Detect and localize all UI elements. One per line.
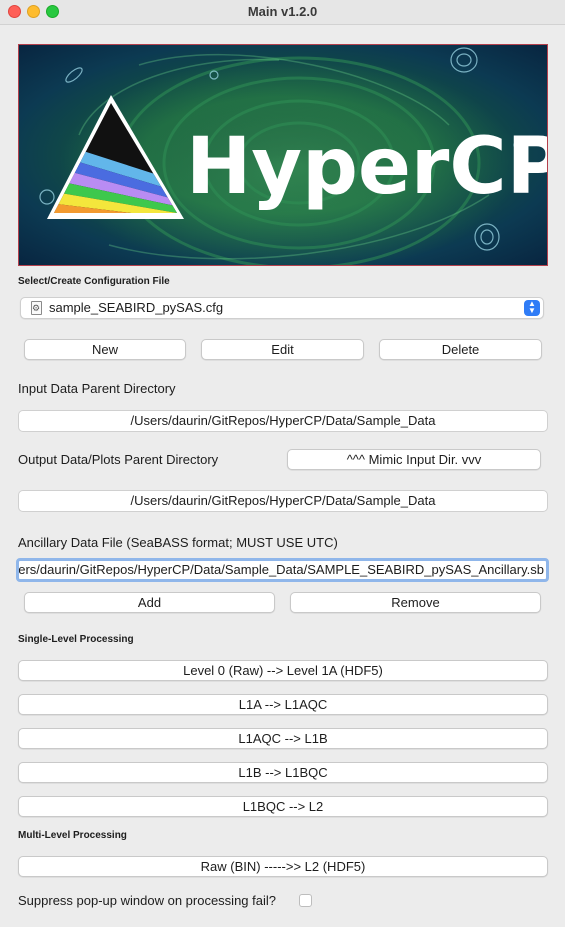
config-file-combobox[interactable]: sample_SEABIRD_pySAS.cfg ▲▼ bbox=[20, 297, 544, 319]
title-bar[interactable]: Main v1.2.0 bbox=[0, 0, 565, 25]
multi-level-section-label: Multi-Level Processing bbox=[18, 830, 127, 841]
combobox-updown-chevron-icon: ▲ ▼ bbox=[524, 300, 540, 316]
banner-logo-text: HyperCP bbox=[186, 122, 547, 212]
single-level-section-label: Single-Level Processing bbox=[18, 634, 134, 645]
banner-image: HyperCP bbox=[19, 45, 547, 265]
l1a-to-l1aqc-button[interactable]: L1A --> L1AQC bbox=[18, 694, 548, 715]
output-dir-label: Output Data/Plots Parent Directory bbox=[18, 452, 219, 467]
suppress-popup-checkbox[interactable] bbox=[299, 894, 312, 907]
l1bqc-to-l2-button[interactable]: L1BQC --> L2 bbox=[18, 796, 548, 817]
mimic-input-dir-button[interactable]: ^^^ Mimic Input Dir. vvv bbox=[287, 449, 541, 470]
hypercp-banner: HyperCP bbox=[18, 44, 548, 266]
output-dir-button[interactable]: /Users/daurin/GitRepos/HyperCP/Data/Samp… bbox=[18, 490, 548, 512]
new-config-button[interactable]: New bbox=[24, 339, 186, 360]
ancillary-file-field[interactable]: /Users/daurin/GitRepos/HyperCP/Data/Samp… bbox=[16, 558, 549, 582]
l1aqc-to-l1b-button[interactable]: L1AQC --> L1B bbox=[18, 728, 548, 749]
config-file-value: sample_SEABIRD_pySAS.cfg bbox=[49, 300, 224, 315]
ancillary-file-label: Ancillary Data File (SeaBASS format; MUS… bbox=[18, 535, 338, 550]
config-file-icon bbox=[31, 301, 42, 315]
suppress-popup-label: Suppress pop-up window on processing fai… bbox=[18, 893, 276, 908]
window-title: Main v1.2.0 bbox=[247, 4, 318, 19]
input-dir-button[interactable]: /Users/daurin/GitRepos/HyperCP/Data/Samp… bbox=[18, 410, 548, 432]
level0-to-l1a-button[interactable]: Level 0 (Raw) --> Level 1A (HDF5) bbox=[18, 660, 548, 681]
config-section-label: Select/Create Configuration File bbox=[18, 276, 170, 287]
delete-config-button[interactable]: Delete bbox=[379, 339, 542, 360]
remove-ancillary-button[interactable]: Remove bbox=[290, 592, 541, 613]
l1b-to-l1bqc-button[interactable]: L1B --> L1BQC bbox=[18, 762, 548, 783]
add-ancillary-button[interactable]: Add bbox=[24, 592, 275, 613]
ancillary-file-path: /Users/daurin/GitRepos/HyperCP/Data/Samp… bbox=[16, 562, 544, 577]
input-dir-label: Input Data Parent Directory bbox=[18, 381, 176, 396]
edit-config-button[interactable]: Edit bbox=[201, 339, 364, 360]
raw-to-l2-button[interactable]: Raw (BIN) ----->> L2 (HDF5) bbox=[18, 856, 548, 877]
